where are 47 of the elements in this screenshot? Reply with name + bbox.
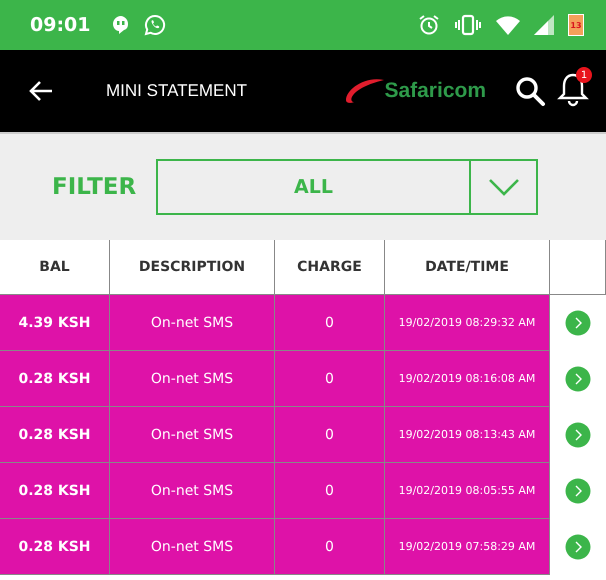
table-cell: On-net SMS (110, 519, 275, 575)
chevron-right-icon[interactable] (565, 366, 591, 392)
table-cell: 0 (275, 463, 385, 519)
table-cell: 19/02/2019 07:58:29 AM (385, 519, 550, 575)
table-cell: 19/02/2019 08:13:43 AM (385, 407, 550, 463)
signal-icon (534, 15, 554, 35)
wifi-icon (496, 15, 520, 35)
table-cell: 0.28 KSH (0, 519, 110, 575)
table-cell: 0.28 KSH (0, 407, 110, 463)
vibrate-icon (454, 14, 482, 36)
table-cell: 0 (275, 351, 385, 407)
column-header: CHARGE (275, 240, 385, 295)
table-cell: 0 (275, 519, 385, 575)
chevron-right-icon[interactable] (565, 478, 591, 504)
filter-label: FILTER (52, 174, 138, 200)
column-header: DESCRIPTION (110, 240, 275, 295)
column-header: BAL (0, 240, 110, 295)
table-cell: On-net SMS (110, 407, 275, 463)
chevron-right-icon[interactable] (565, 422, 591, 448)
filter-dropdown[interactable]: ALL (156, 159, 538, 215)
phone-bubble-icon (144, 14, 166, 36)
table-cell: 19/02/2019 08:05:55 AM (385, 463, 550, 519)
table-cell: 0.28 KSH (0, 463, 110, 519)
chevron-down-icon (488, 178, 520, 196)
table-cell: 0 (275, 407, 385, 463)
notification-badge: 1 (576, 67, 592, 83)
table-cell: 19/02/2019 08:16:08 AM (385, 351, 550, 407)
table-cell: On-net SMS (110, 295, 275, 351)
chevron-right-icon[interactable] (565, 534, 591, 560)
screen-title: MINI STATEMENT (106, 81, 248, 101)
table-cell: 19/02/2019 08:29:32 AM (385, 295, 550, 351)
back-arrow-icon[interactable] (28, 80, 54, 102)
battery-level: 13 (570, 20, 582, 30)
column-header: DATE/TIME (385, 240, 550, 295)
search-icon[interactable] (514, 75, 546, 107)
chat-bubble-icon (112, 15, 130, 35)
alarm-clock-icon (418, 14, 440, 36)
table-cell: 4.39 KSH (0, 295, 110, 351)
table-cell: On-net SMS (110, 351, 275, 407)
brand-logo: Safaricom (384, 79, 486, 103)
chevron-right-icon[interactable] (565, 310, 591, 336)
clock-time: 09:01 (30, 14, 90, 36)
swoosh-icon (344, 78, 384, 104)
table-cell: 0.28 KSH (0, 351, 110, 407)
table-cell: On-net SMS (110, 463, 275, 519)
table-cell: 0 (275, 295, 385, 351)
bell-icon[interactable] (556, 71, 590, 107)
